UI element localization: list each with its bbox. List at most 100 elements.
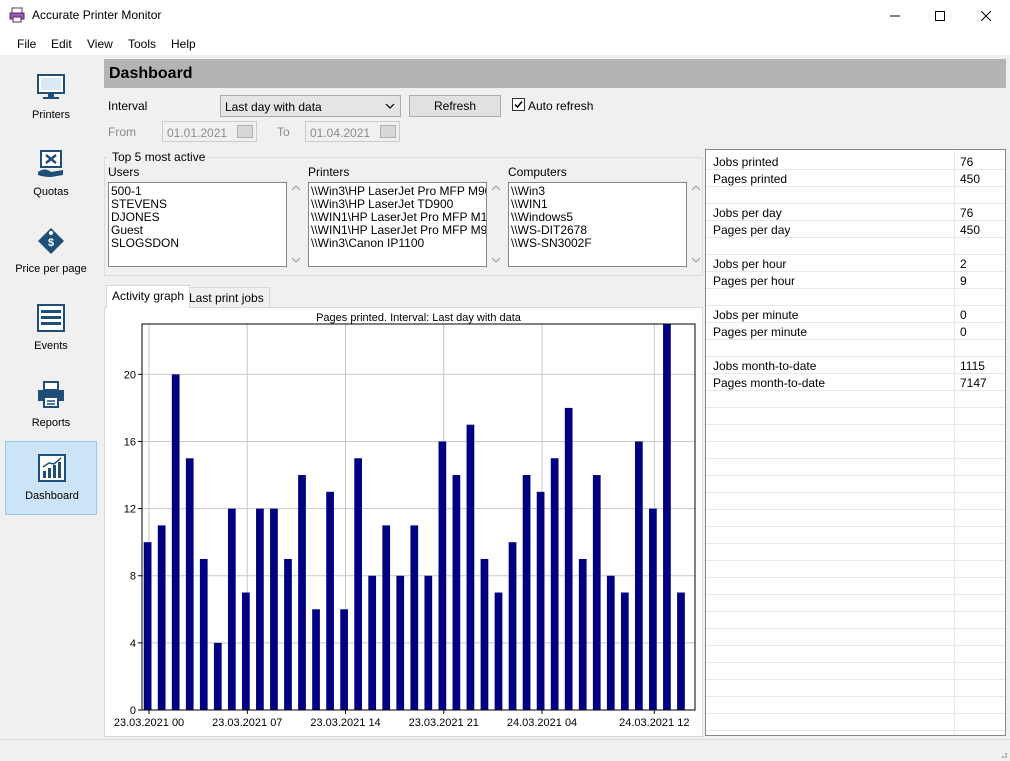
nav-item-dashboard[interactable]: Dashboard [5,441,97,515]
interval-select[interactable]: Last day with data [220,95,401,117]
x-tick-label: 23.03.2021 00 [114,717,184,729]
interval-label: Interval [108,99,148,113]
list-item[interactable]: \\WS-SN3002F [511,236,592,250]
to-label: To [277,125,290,139]
chart-bar [634,441,643,710]
printers-list[interactable]: \\Win3\HP LaserJet Pro MFP M900 \\Win3\H… [308,182,487,267]
stat-name: Pages printed [713,172,788,186]
from-date-picker[interactable]: 01.01.2021 [162,121,257,142]
chart-bar [213,642,222,710]
stat-value: 450 [960,223,981,237]
minimize-button[interactable] [872,0,918,31]
list-item[interactable]: SLOGSDON [111,236,179,250]
tab-last-print-jobs[interactable]: Last print jobs [183,287,270,308]
x-tick-label: 23.03.2021 07 [212,717,282,729]
menu-edit[interactable]: Edit [51,37,72,51]
stat-row: Pages per minute 0 [706,323,1005,340]
computers-scroll-arrows[interactable] [688,182,704,267]
y-tick-label: 12 [124,504,136,516]
chart-bar [536,491,545,710]
list-item[interactable]: \\Windows5 [511,210,573,224]
stat-row-empty [706,476,1005,493]
nav-item-reports[interactable]: Reports [5,369,97,443]
minimize-icon [890,15,900,16]
stat-row: Pages per day 450 [706,221,1005,238]
auto-refresh-checkbox[interactable] [512,98,525,111]
nav-item-quotas[interactable]: Quotas [5,138,97,212]
resize-grip-icon[interactable] [998,749,1008,759]
page-title: Dashboard [109,65,193,82]
stat-name: Pages per day [713,223,791,237]
computers-list[interactable]: \\Win3 \\WIN1 \\Windows5 \\WS-DIT2678 \\… [508,182,687,267]
calendar-icon[interactable] [380,125,396,138]
chart-bar [227,508,236,710]
to-date-value: 01.04.2021 [310,126,371,140]
chart-bar [396,575,405,710]
chart-bar [270,508,278,710]
stat-row-empty [706,510,1005,527]
maximize-button[interactable] [917,0,963,31]
list-item[interactable]: DJONES [111,210,160,224]
stat-row [706,340,1005,357]
users-scroll-arrows[interactable] [288,182,304,267]
list-item[interactable]: 500-1 [111,184,142,198]
chart-bar [564,407,573,710]
chart-bar [452,475,461,710]
chart-title: Pages printed. Interval: Last day with d… [316,312,522,324]
x-tick-label: 23.03.2021 21 [409,717,479,729]
stat-row-empty [706,408,1005,425]
chart-bar [578,558,587,710]
chart-bar [550,458,559,710]
printers-scroll-arrows[interactable] [488,182,504,267]
list-item[interactable]: \\WS-DIT2678 [511,223,587,237]
nav-item-price-per-page[interactable]: $ Price per page [5,215,97,289]
printer-icon [38,381,64,408]
y-tick-label: 16 [124,436,136,448]
nav-item-events[interactable]: Events [5,292,97,366]
list-item[interactable]: \\WIN1\HP LaserJet Pro MFP M100 [311,210,486,224]
list-item[interactable]: \\Win3 [511,184,545,198]
stat-row-empty [706,493,1005,510]
calendar-icon[interactable] [237,125,253,138]
menu-view[interactable]: View [87,37,113,51]
stat-row: Pages month-to-date 7147 [706,374,1005,391]
chart-bar [284,558,292,710]
list-item[interactable]: \\WIN1 [511,197,548,211]
stat-value: 450 [960,172,981,186]
from-label: From [108,125,136,139]
stat-name: Jobs printed [713,155,779,169]
menu-tools[interactable]: Tools [128,37,156,51]
list-icon [37,304,65,332]
menu-help[interactable]: Help [171,37,196,51]
stat-row [706,238,1005,255]
maximize-icon [935,10,945,21]
refresh-button[interactable]: Refresh [409,95,501,117]
chart-bar [298,475,306,710]
stat-name: Jobs per hour [713,257,787,271]
tab-activity-graph[interactable]: Activity graph [106,285,191,308]
from-date-value: 01.01.2021 [167,126,228,140]
stat-value: 0 [960,325,967,339]
stat-row-empty [706,578,1005,595]
stat-row: Pages per hour 9 [706,272,1005,289]
stat-row-empty [706,612,1005,629]
list-item[interactable]: \\Win3\HP LaserJet TD900 [311,197,453,211]
list-item[interactable]: \\Win3\Canon IP1100 [311,236,424,250]
nav-item-printers[interactable]: Printers [5,61,97,135]
list-item[interactable]: \\WIN1\HP LaserJet Pro MFP M900 [311,223,486,237]
list-item[interactable]: \\Win3\HP LaserJet Pro MFP M900 [311,184,486,198]
computers-label: Computers [508,165,567,179]
stat-row-empty [706,595,1005,612]
menu-file[interactable]: File [17,37,36,51]
list-item[interactable]: STEVENS [111,197,167,211]
list-item[interactable]: Guest [111,223,143,237]
stat-value: 76 [960,206,974,220]
to-date-picker[interactable]: 01.04.2021 [305,121,400,142]
users-list[interactable]: 500-1 STEVENS DJONES Guest SLOGSDON [108,182,287,267]
stat-row-empty [706,544,1005,561]
menu-bar: File Edit View Tools Help [0,31,1010,55]
interval-select-value: Last day with data [225,100,322,114]
close-button[interactable] [963,0,1009,31]
chart-bar [494,592,503,710]
auto-refresh-label[interactable]: Auto refresh [528,99,593,113]
